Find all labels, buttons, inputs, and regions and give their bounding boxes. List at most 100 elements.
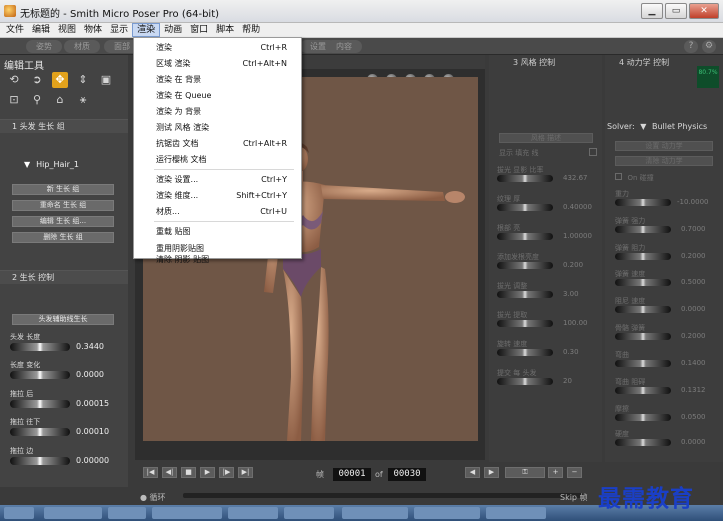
- hair-group-section[interactable]: 1 头发 生长 组: [0, 119, 128, 133]
- magnet-icon[interactable]: ⚲: [29, 92, 45, 108]
- taskbar-item[interactable]: [228, 507, 278, 519]
- remove-key-button[interactable]: −: [567, 467, 582, 478]
- last-frame-button[interactable]: ▶|: [238, 467, 253, 478]
- style-hairs-button[interactable]: 风格 描述: [499, 133, 593, 143]
- taskbar-item[interactable]: [342, 507, 408, 519]
- parameter-dial[interactable]: [10, 428, 70, 436]
- calculate-dynamics-button[interactable]: 设置 动力学: [615, 141, 713, 151]
- parameter-dial[interactable]: [615, 306, 671, 313]
- menu-option-render[interactable]: 渲染 Ctrl+R: [134, 40, 301, 55]
- menu-option-render-settings[interactable]: 渲染 设置... Ctrl+Y: [134, 172, 301, 187]
- first-frame-button[interactable]: |◀: [143, 467, 158, 478]
- translate-icon[interactable]: ✥: [52, 72, 68, 88]
- parameter-dial[interactable]: [497, 378, 553, 385]
- edit-growth-group-button[interactable]: 编辑 生长 组...: [12, 216, 114, 227]
- close-button[interactable]: ✕: [689, 3, 719, 19]
- loop-toggle[interactable]: ● 循环: [140, 492, 166, 503]
- current-frame-field[interactable]: 00001: [333, 468, 371, 481]
- parameter-dial[interactable]: [615, 360, 671, 367]
- add-key-button[interactable]: +: [548, 467, 563, 478]
- direct-manip-icon[interactable]: ⚹: [75, 92, 91, 108]
- chain-icon[interactable]: ⊡: [6, 92, 22, 108]
- menu-option-render-as-background[interactable]: 渲染 为 背景: [134, 104, 301, 119]
- menu-option-materials[interactable]: 材质... Ctrl+U: [134, 204, 301, 219]
- gear-icon[interactable]: ⚙: [702, 40, 716, 53]
- taskbar-item[interactable]: [152, 507, 222, 519]
- taskbar-item[interactable]: [284, 507, 334, 519]
- menu-option-render-dimensions[interactable]: 渲染 维度... Shift+Ctrl+Y: [134, 188, 301, 203]
- tab-material[interactable]: 材质: [64, 40, 100, 53]
- help-icon[interactable]: ?: [684, 40, 698, 53]
- menu-scripts[interactable]: 脚本: [212, 23, 238, 37]
- maximize-button[interactable]: ▭: [665, 3, 687, 19]
- parameter-dial[interactable]: [615, 333, 671, 340]
- play-button[interactable]: ▶: [200, 467, 215, 478]
- menu-file[interactable]: 文件: [2, 23, 28, 37]
- tab-pose[interactable]: 姿势: [26, 40, 62, 53]
- rename-growth-group-button[interactable]: 重命名 生长 组: [12, 200, 114, 211]
- solver-selector[interactable]: Solver: ▼ Bullet Physics: [607, 122, 707, 131]
- parameter-dial[interactable]: [497, 262, 553, 269]
- parameter-dial[interactable]: [497, 233, 553, 240]
- parameter-dial[interactable]: [497, 320, 553, 327]
- parameter-dial[interactable]: [615, 253, 671, 260]
- taper-icon[interactable]: ▣: [98, 72, 114, 88]
- taskbar-item[interactable]: [414, 507, 480, 519]
- parameter-dial[interactable]: [615, 439, 671, 446]
- growth-controls-section[interactable]: 2 生长 控制: [0, 270, 128, 284]
- parameter-dial[interactable]: [497, 204, 553, 211]
- show-guides-checkbox[interactable]: [589, 148, 597, 156]
- menu-option-reload-textures[interactable]: 重载 贴图: [134, 224, 301, 239]
- parameter-dial[interactable]: [615, 414, 671, 421]
- start-button[interactable]: [4, 507, 34, 519]
- key-icon[interactable]: ⚿: [505, 467, 545, 478]
- menu-option-area-render[interactable]: 区域 渲染 Ctrl+Alt+N: [134, 56, 301, 71]
- menu-object[interactable]: 物体: [80, 23, 106, 37]
- menu-option-antialias-document[interactable]: 抗锯齿 文档 Ctrl+Alt+R: [134, 136, 301, 151]
- menu-edit[interactable]: 编辑: [28, 23, 54, 37]
- clear-dynamics-button[interactable]: 清除 动力学: [615, 156, 713, 166]
- skip-frames-label[interactable]: Skip 帧: [560, 492, 588, 503]
- parameter-dial[interactable]: [10, 371, 70, 379]
- menu-view[interactable]: 视图: [54, 23, 80, 37]
- total-frames-field[interactable]: 00030: [388, 468, 426, 481]
- parameter-dial[interactable]: [10, 457, 70, 465]
- taskbar-item[interactable]: [108, 507, 146, 519]
- prev-frame-button[interactable]: ◀: [465, 467, 480, 478]
- group-selector[interactable]: ▼ Hip_Hair_1: [24, 160, 79, 169]
- delete-growth-group-button[interactable]: 删除 生长 组: [12, 232, 114, 243]
- collisions-checkbox[interactable]: [615, 173, 622, 180]
- next-frame-button[interactable]: ▶: [484, 467, 499, 478]
- new-growth-group-button[interactable]: 新 生长 组: [12, 184, 114, 195]
- menu-option-use-limits[interactable]: 运行樱桃 文档: [134, 152, 301, 167]
- parameter-dial[interactable]: [615, 199, 671, 206]
- parameter-dial[interactable]: [615, 279, 671, 286]
- menu-help[interactable]: 帮助: [238, 23, 264, 37]
- parameter-dial[interactable]: [615, 226, 671, 233]
- timeline-scrubber[interactable]: [183, 493, 583, 498]
- minimize-button[interactable]: ▁: [641, 3, 663, 19]
- parameter-dial[interactable]: [10, 343, 70, 351]
- menu-option-sketch-style-render[interactable]: 测试 风格 渲染: [134, 120, 301, 135]
- menu-option-clear-shadow-maps[interactable]: 清除 阴影 贴图: [134, 255, 301, 264]
- menu-render[interactable]: 渲染: [132, 23, 161, 37]
- prev-key-button[interactable]: ◀|: [162, 467, 177, 478]
- rotate-icon[interactable]: ⟲: [6, 72, 22, 88]
- menu-option-render-in-background[interactable]: 渲染 在 背景: [134, 72, 301, 87]
- morph-icon[interactable]: ⌂: [52, 92, 68, 108]
- grow-guide-hairs-button[interactable]: 头发辅助线生长: [12, 314, 114, 325]
- taskbar-item[interactable]: [486, 507, 546, 519]
- menu-animation[interactable]: 动画: [160, 23, 186, 37]
- scale-icon[interactable]: ⇕: [75, 72, 91, 88]
- menu-window[interactable]: 窗口: [186, 23, 212, 37]
- taskbar-item[interactable]: [44, 507, 102, 519]
- parameter-dial[interactable]: [497, 175, 553, 182]
- next-key-button[interactable]: |▶: [219, 467, 234, 478]
- stop-button[interactable]: ■: [181, 467, 196, 478]
- parameter-dial[interactable]: [10, 400, 70, 408]
- menu-display[interactable]: 显示: [106, 23, 132, 37]
- menu-option-render-in-queue[interactable]: 渲染 在 Queue: [134, 88, 301, 103]
- tab-content[interactable]: 内容: [326, 40, 362, 53]
- parameter-dial[interactable]: [497, 291, 553, 298]
- twist-icon[interactable]: ➲: [29, 72, 45, 88]
